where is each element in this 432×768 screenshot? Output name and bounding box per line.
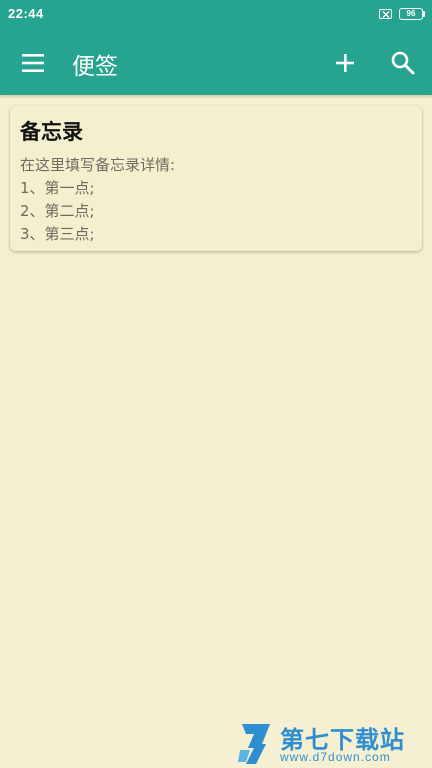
note-line: 在这里填写备忘录详情: — [20, 156, 176, 174]
watermark: 第七下载站 www.d7down.com — [236, 720, 430, 766]
note-title: 备忘录 — [20, 120, 83, 144]
menu-button[interactable] — [16, 46, 50, 80]
watermark-url: www.d7down.com — [280, 750, 391, 764]
note-line: 3、第三点; — [20, 225, 95, 243]
note-body: 在这里填写备忘录详情: 1、第一点; 2、第二点; 3、第三点; — [20, 154, 412, 246]
plus-icon — [336, 54, 354, 72]
search-button[interactable] — [386, 46, 420, 80]
add-note-button[interactable] — [328, 46, 362, 80]
search-icon — [391, 51, 415, 75]
app-bar: 便签 — [0, 30, 432, 95]
battery-tip — [423, 11, 425, 17]
note-line: 1、第一点; — [20, 179, 95, 197]
note-card[interactable]: 备忘录 在这里填写备忘录详情: 1、第一点; 2、第二点; 3、第三点; — [10, 106, 422, 251]
note-line: 2、第二点; — [20, 202, 95, 220]
app-title: 便签 — [72, 54, 118, 80]
battery-icon: 96 — [399, 8, 423, 20]
status-bar: 22:44 96 — [0, 0, 432, 30]
watermark-logo-icon — [238, 724, 270, 764]
status-time: 22:44 — [8, 6, 44, 21]
sim-disabled-icon — [379, 9, 392, 19]
menu-icon — [22, 54, 44, 72]
